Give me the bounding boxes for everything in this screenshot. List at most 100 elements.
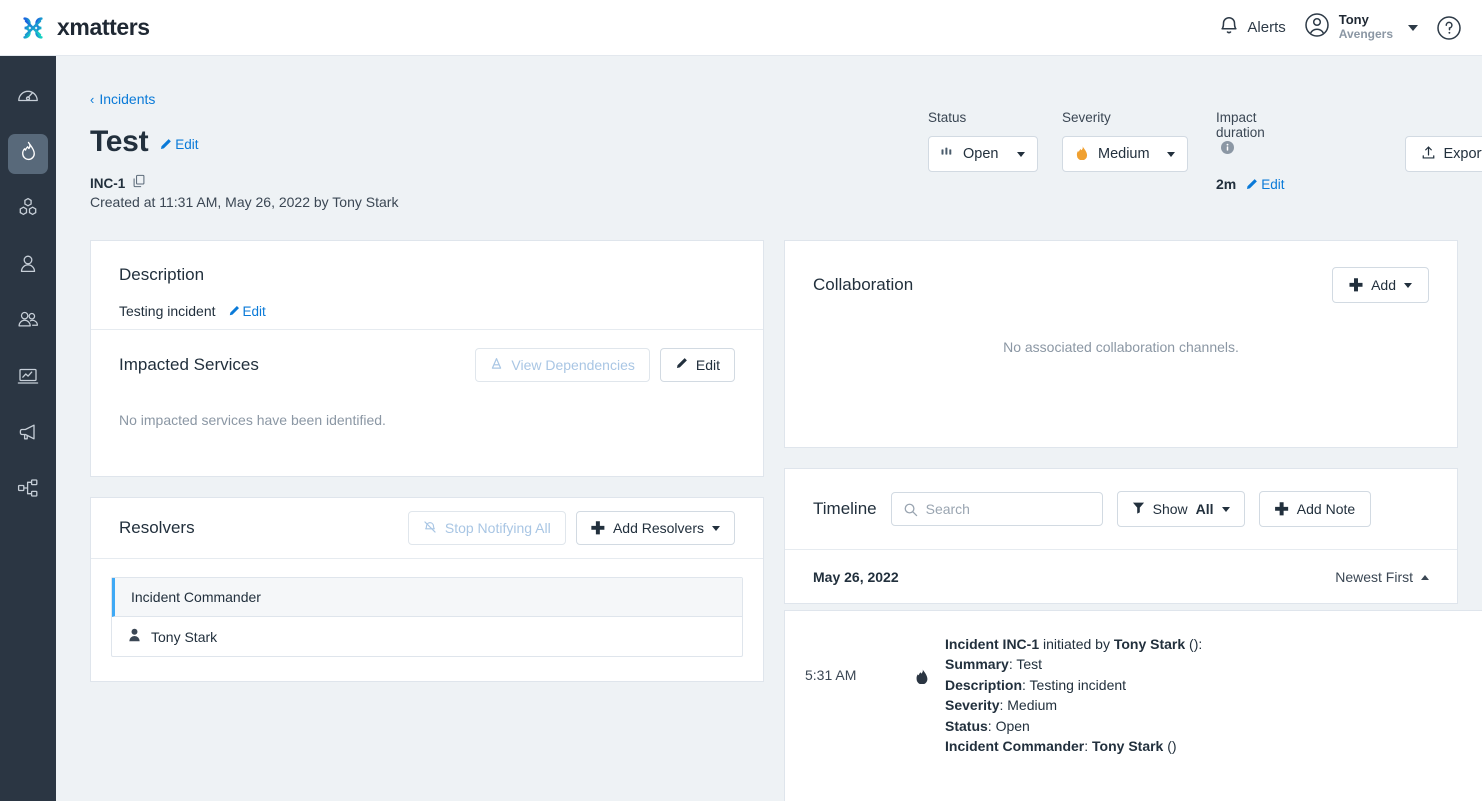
resolver-name: Tony Stark [151, 629, 217, 645]
page-title: Test [90, 125, 148, 159]
left-sidebar [0, 56, 56, 801]
timeline-entry-line: Severity: Medium [945, 695, 1202, 715]
breadcrumb[interactable]: ‹ Incidents [90, 91, 155, 107]
chevron-down-icon [1167, 152, 1175, 157]
timeline-entry-line: Incident INC-1 initiated by Tony Stark (… [945, 634, 1202, 654]
add-collaboration-label: Add [1371, 277, 1396, 293]
add-note-button[interactable]: ✚ Add Note [1259, 491, 1372, 527]
add-resolvers-label: Add Resolvers [613, 520, 704, 536]
timeline-entry-body: Incident INC-1 initiated by Tony Stark (… [945, 627, 1202, 757]
sidebar-item-broadcast[interactable] [8, 414, 48, 454]
incident-id: INC-1 [90, 176, 125, 191]
resolvers-column-header: Incident Commander [112, 578, 742, 617]
export-control: Export [1405, 110, 1482, 172]
xmatters-logo-icon [18, 13, 48, 43]
pencil-icon [675, 357, 688, 373]
edit-description-button[interactable]: Edit [228, 304, 266, 319]
view-dependencies-label: View Dependencies [511, 357, 635, 373]
flame-emoji-icon [1075, 145, 1089, 164]
sidebar-item-reports[interactable] [8, 358, 48, 398]
description-title: Description [119, 265, 735, 285]
dependencies-icon [490, 357, 503, 373]
sidebar-item-groups[interactable] [8, 302, 48, 342]
info-icon[interactable] [1221, 141, 1234, 154]
dashboard-gauge-icon [16, 84, 40, 113]
sidebar-item-user[interactable] [8, 246, 48, 286]
edit-impact-duration-button[interactable]: Edit [1245, 177, 1284, 192]
copy-icon[interactable] [132, 174, 146, 193]
incident-controls: Status Open Severity [928, 110, 1482, 202]
add-resolvers-button[interactable]: ✚ Add Resolvers [576, 511, 735, 545]
timeline-filter-value: All [1196, 501, 1214, 517]
brand-name: xmatters [57, 14, 150, 41]
timeline-header: Timeline Show All [785, 469, 1457, 549]
timeline-filter-label: Show [1153, 501, 1188, 517]
add-collaboration-button[interactable]: ✚ Add [1332, 267, 1429, 303]
plus-icon: ✚ [1275, 501, 1289, 518]
reports-laptop-icon [16, 364, 40, 393]
created-line: Created at 11:31 AM, May 26, 2022 by Ton… [90, 194, 398, 210]
bell-off-icon [423, 520, 437, 537]
status-control: Status Open [928, 110, 1038, 172]
breadcrumb-label: Incidents [99, 91, 155, 107]
timeline-entry-line: Description: Testing incident [945, 675, 1202, 695]
status-value: Open [963, 146, 998, 162]
impacted-services-title: Impacted Services [119, 355, 259, 375]
description-value-row: Testing incident Edit [119, 303, 735, 319]
stop-notifying-all-button[interactable]: Stop Notifying All [408, 511, 566, 545]
user-identity: Tony Avengers [1339, 13, 1393, 42]
view-dependencies-button[interactable]: View Dependencies [475, 348, 650, 382]
timeline-entry-time: 5:31 AM [785, 627, 915, 757]
collaboration-card: Collaboration ✚ Add No associated collab… [784, 240, 1458, 448]
sidebar-item-workflows[interactable] [8, 470, 48, 510]
help-button[interactable] [1436, 15, 1462, 41]
alerts-button[interactable]: Alerts [1219, 15, 1285, 41]
edit-impacted-services-button[interactable]: Edit [660, 348, 735, 382]
user-menu[interactable]: Tony Avengers [1304, 12, 1418, 43]
timeline-entries-panel: 5:31 AM Incident INC-1 initiated by Tony… [784, 610, 1482, 801]
brand-logo[interactable]: xmatters [0, 13, 150, 43]
impact-duration-label: Impact duration [1216, 110, 1285, 155]
people-group-icon [16, 307, 41, 337]
collaboration-empty: No associated collaboration channels. [785, 339, 1457, 355]
sidebar-item-incidents[interactable] [8, 134, 48, 174]
collaboration-title: Collaboration [813, 275, 913, 295]
impact-duration-text: Impact duration [1216, 110, 1265, 140]
timeline-entry-line: Status: Open [945, 716, 1202, 736]
alerts-label: Alerts [1247, 19, 1285, 36]
chevron-down-icon [1408, 25, 1418, 31]
table-row[interactable]: Tony Stark [112, 617, 742, 656]
megaphone-icon [16, 420, 40, 449]
impacted-services-header: Impacted Services View Dependencies [119, 348, 735, 382]
severity-dropdown[interactable]: Medium [1062, 136, 1188, 172]
timeline-filter-button[interactable]: Show All [1117, 491, 1245, 527]
edit-title-label: Edit [175, 137, 198, 152]
search-input[interactable] [926, 493, 1102, 525]
chevron-down-icon [1017, 152, 1025, 157]
filter-icon [1132, 501, 1145, 517]
pencil-icon [159, 138, 172, 151]
timeline-card: Timeline Show All [784, 468, 1458, 604]
chevron-up-icon [1421, 575, 1429, 580]
edit-impact-label: Edit [1261, 177, 1284, 192]
incident-title-row: Test Edit [90, 125, 199, 159]
export-button[interactable]: Export [1405, 136, 1482, 172]
description-value: Testing incident [119, 303, 216, 319]
resolvers-actions: Stop Notifying All ✚ Add Resolvers [408, 511, 735, 545]
timeline-entry-line: Incident Commander: Tony Stark () [945, 736, 1202, 756]
edit-title-button[interactable]: Edit [159, 137, 198, 152]
timeline-sort-toggle[interactable]: Newest First [1335, 569, 1429, 585]
timeline-date-row: May 26, 2022 Newest First [785, 549, 1457, 604]
bell-icon [1219, 15, 1239, 41]
status-bars-icon [941, 146, 954, 162]
timeline-search[interactable] [891, 492, 1103, 526]
status-dropdown[interactable]: Open [928, 136, 1038, 172]
sidebar-item-services[interactable] [8, 190, 48, 230]
user-name: Tony [1339, 13, 1393, 28]
sidebar-item-dashboard[interactable] [8, 78, 48, 118]
impact-duration-value: 2m [1216, 176, 1236, 192]
impacted-services-empty: No impacted services have been identifie… [119, 412, 735, 428]
main-content: ‹ Incidents Test Edit INC-1 Created at 1… [56, 56, 1482, 801]
person-filled-icon [128, 628, 141, 645]
workflow-hierarchy-icon [16, 476, 40, 505]
